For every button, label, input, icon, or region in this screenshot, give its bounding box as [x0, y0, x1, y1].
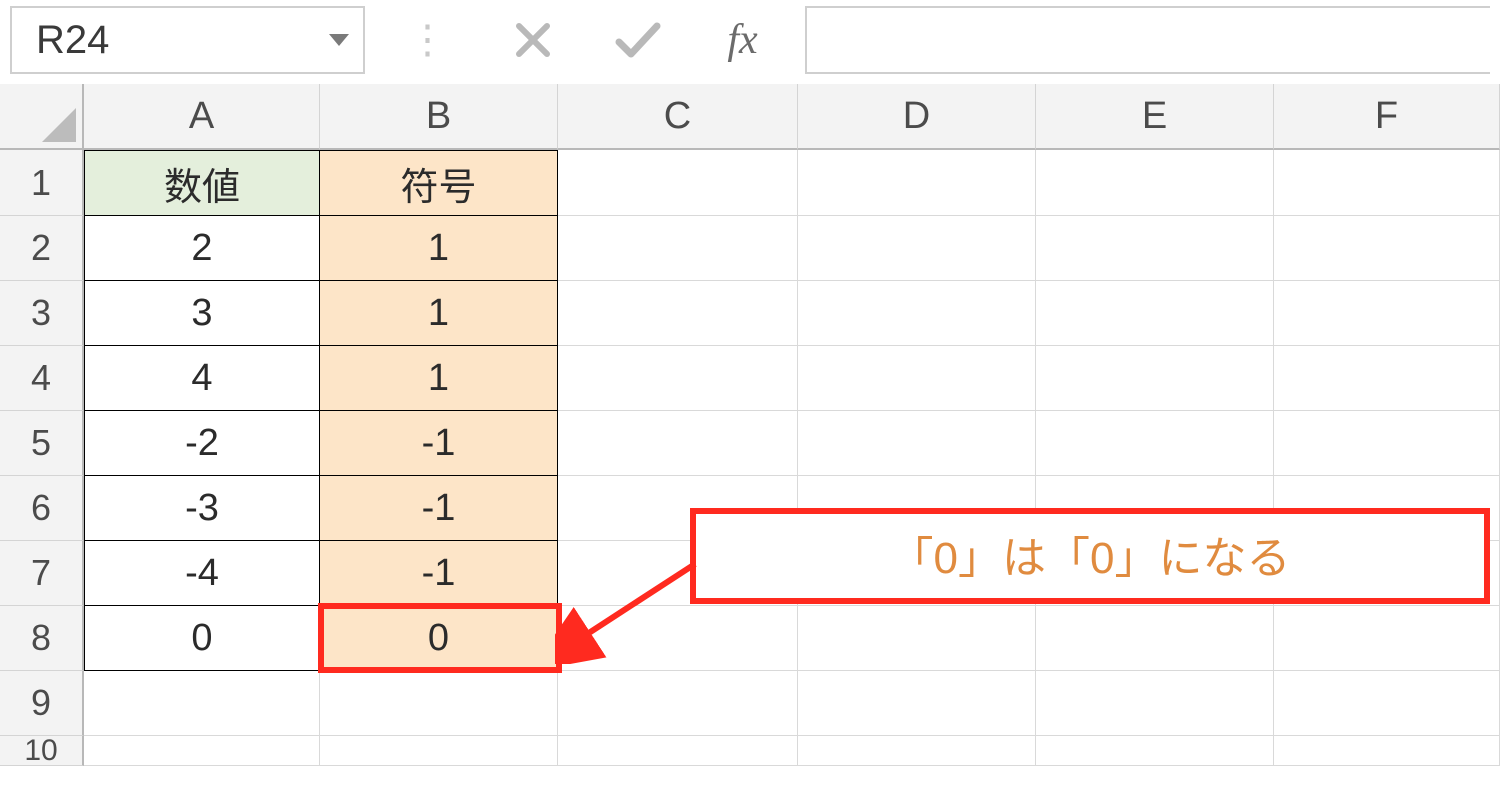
cell-A9[interactable] — [84, 671, 320, 736]
cell-F1[interactable] — [1274, 150, 1500, 216]
cell-A4[interactable]: 4 — [84, 346, 320, 411]
table-row: 8 0 0 — [0, 606, 1500, 671]
cell-C3[interactable] — [558, 281, 798, 346]
cell-A8[interactable]: 0 — [84, 606, 320, 671]
cell-F2[interactable] — [1274, 216, 1500, 281]
name-box-value: R24 — [36, 18, 109, 63]
cell-E8[interactable] — [1036, 606, 1274, 671]
check-icon — [613, 18, 663, 62]
cell-F8[interactable] — [1274, 606, 1500, 671]
cell-A5[interactable]: -2 — [84, 411, 320, 476]
cell-C1[interactable] — [558, 150, 798, 216]
handle-icon[interactable]: ⋮ — [385, 6, 470, 74]
column-header-F[interactable]: F — [1274, 84, 1500, 150]
cell-B5[interactable]: -1 — [320, 411, 558, 476]
cell-B2[interactable]: 1 — [320, 216, 558, 281]
cell-F5[interactable] — [1274, 411, 1500, 476]
cell-F3[interactable] — [1274, 281, 1500, 346]
cell-E2[interactable] — [1036, 216, 1274, 281]
cell-D4[interactable] — [798, 346, 1036, 411]
select-all-button[interactable] — [0, 84, 84, 150]
formula-bar: R24 ⋮ fx — [0, 0, 1500, 84]
column-header-C[interactable]: C — [558, 84, 798, 150]
cell-A7[interactable]: -4 — [84, 541, 320, 606]
cell-C5[interactable] — [558, 411, 798, 476]
cell-D2[interactable] — [798, 216, 1036, 281]
row-header-7[interactable]: 7 — [0, 541, 84, 606]
table-row: 1 数値 符号 — [0, 150, 1500, 216]
row-header-6[interactable]: 6 — [0, 476, 84, 541]
cell-B6[interactable]: -1 — [320, 476, 558, 541]
cell-A2[interactable]: 2 — [84, 216, 320, 281]
table-row: 4 4 1 — [0, 346, 1500, 411]
cell-B7[interactable]: -1 — [320, 541, 558, 606]
row-header-3[interactable]: 3 — [0, 281, 84, 346]
cell-A3[interactable]: 3 — [84, 281, 320, 346]
x-icon — [513, 20, 553, 60]
table-row: 5 -2 -1 — [0, 411, 1500, 476]
callout-box: 「0」は「0」になる — [690, 508, 1490, 604]
row-header-8[interactable]: 8 — [0, 606, 84, 671]
column-header-D[interactable]: D — [798, 84, 1036, 150]
enter-button[interactable] — [595, 6, 680, 74]
row-header-4[interactable]: 4 — [0, 346, 84, 411]
cell-B8[interactable]: 0 — [320, 606, 558, 671]
cell-E5[interactable] — [1036, 411, 1274, 476]
cell-D8[interactable] — [798, 606, 1036, 671]
cell-C2[interactable] — [558, 216, 798, 281]
cell-C4[interactable] — [558, 346, 798, 411]
cell-D1[interactable] — [798, 150, 1036, 216]
cell-E9[interactable] — [1036, 671, 1274, 736]
column-header-E[interactable]: E — [1036, 84, 1274, 150]
cell-B1[interactable]: 符号 — [320, 150, 558, 216]
cancel-button[interactable] — [490, 6, 575, 74]
cell-F4[interactable] — [1274, 346, 1500, 411]
cell-E4[interactable] — [1036, 346, 1274, 411]
cell-B9[interactable] — [320, 671, 558, 736]
row-header-2[interactable]: 2 — [0, 216, 84, 281]
cell-D10[interactable] — [798, 736, 1036, 766]
cell-D3[interactable] — [798, 281, 1036, 346]
table-row: 10 — [0, 736, 1500, 766]
column-header-row: A B C D E F — [0, 84, 1500, 150]
cell-A6[interactable]: -3 — [84, 476, 320, 541]
cell-D5[interactable] — [798, 411, 1036, 476]
rows-container: 1 数値 符号 2 2 1 3 3 1 — [0, 150, 1500, 766]
column-header-B[interactable]: B — [320, 84, 558, 150]
dropdown-icon[interactable] — [329, 34, 349, 46]
cell-E1[interactable] — [1036, 150, 1274, 216]
callout-text: 「0」は「0」になる — [890, 522, 1291, 586]
formula-input[interactable] — [805, 6, 1490, 74]
cell-F9[interactable] — [1274, 671, 1500, 736]
table-row: 3 3 1 — [0, 281, 1500, 346]
row-header-5[interactable]: 5 — [0, 411, 84, 476]
cell-F10[interactable] — [1274, 736, 1500, 766]
cell-C9[interactable] — [558, 671, 798, 736]
column-header-A[interactable]: A — [84, 84, 320, 150]
cell-C8[interactable] — [558, 606, 798, 671]
row-header-9[interactable]: 9 — [0, 671, 84, 736]
fx-icon: fx — [727, 16, 757, 64]
cell-E3[interactable] — [1036, 281, 1274, 346]
table-row: 2 2 1 — [0, 216, 1500, 281]
row-header-10[interactable]: 10 — [0, 736, 84, 766]
fx-button[interactable]: fx — [700, 6, 785, 74]
cell-C10[interactable] — [558, 736, 798, 766]
worksheet: A B C D E F 1 数値 符号 2 2 1 3 — [0, 84, 1500, 766]
cell-E10[interactable] — [1036, 736, 1274, 766]
cell-A1[interactable]: 数値 — [84, 150, 320, 216]
cell-D9[interactable] — [798, 671, 1036, 736]
cell-B4[interactable]: 1 — [320, 346, 558, 411]
name-box[interactable]: R24 — [10, 6, 365, 74]
cell-B10[interactable] — [320, 736, 558, 766]
cell-B3[interactable]: 1 — [320, 281, 558, 346]
table-row: 9 — [0, 671, 1500, 736]
cell-A10[interactable] — [84, 736, 320, 766]
row-header-1[interactable]: 1 — [0, 150, 84, 216]
